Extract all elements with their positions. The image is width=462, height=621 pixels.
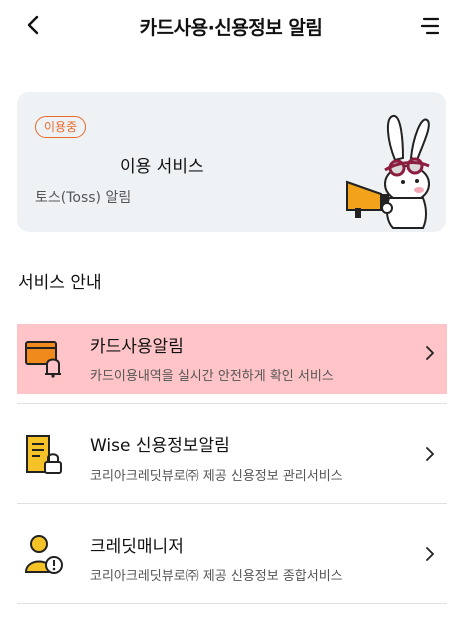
person-alert-icon (25, 535, 63, 574)
chevron-right-icon (426, 547, 434, 561)
chevron-right-icon (426, 346, 434, 360)
card-bell-icon (25, 341, 61, 378)
hamburger-menu-icon (420, 17, 440, 35)
current-service-card: 이용중 이용 서비스 토스(Toss) 알림 (17, 92, 446, 232)
list-item-desc: 코리아크레딧뷰로㈜ 제공 신용정보 종합서비스 (90, 569, 343, 584)
service-title: 이용 서비스 (120, 157, 204, 177)
document-lock-icon (26, 435, 62, 474)
list-item-label: 크레딧매니저 (90, 537, 184, 557)
menu-button[interactable] (420, 15, 442, 37)
back-button[interactable] (22, 14, 44, 36)
list-item-label: 카드사용알림 (90, 337, 184, 357)
service-provider: 토스(Toss) 알림 (35, 190, 132, 206)
list-item-credit-manager[interactable]: 크레딧매니저 코리아크레딧뷰로㈜ 제공 신용정보 종합서비스 (17, 504, 447, 604)
list-item-desc: 카드이용내역을 실시간 안전하게 확인 서비스 (90, 369, 334, 384)
section-title: 서비스 안내 (18, 273, 102, 293)
app-header: 카드사용·신용정보 알림 (0, 0, 462, 52)
page-title: 카드사용·신용정보 알림 (139, 16, 323, 39)
list-item-label: Wise 신용정보알림 (90, 436, 230, 456)
list-item-wise-credit-alert[interactable]: Wise 신용정보알림 코리아크레딧뷰로㈜ 제공 신용정보 관리서비스 (17, 404, 447, 504)
divider (17, 603, 447, 604)
list-item-card-usage-alert[interactable]: 카드사용알림 카드이용내역을 실시간 안전하게 확인 서비스 (17, 324, 447, 394)
rabbit-megaphone-illustration (346, 115, 430, 229)
chevron-left-icon (27, 15, 39, 35)
chevron-right-icon (426, 447, 434, 461)
list-item-desc: 코리아크레딧뷰로㈜ 제공 신용정보 관리서비스 (90, 469, 343, 484)
status-badge: 이용중 (35, 116, 87, 138)
